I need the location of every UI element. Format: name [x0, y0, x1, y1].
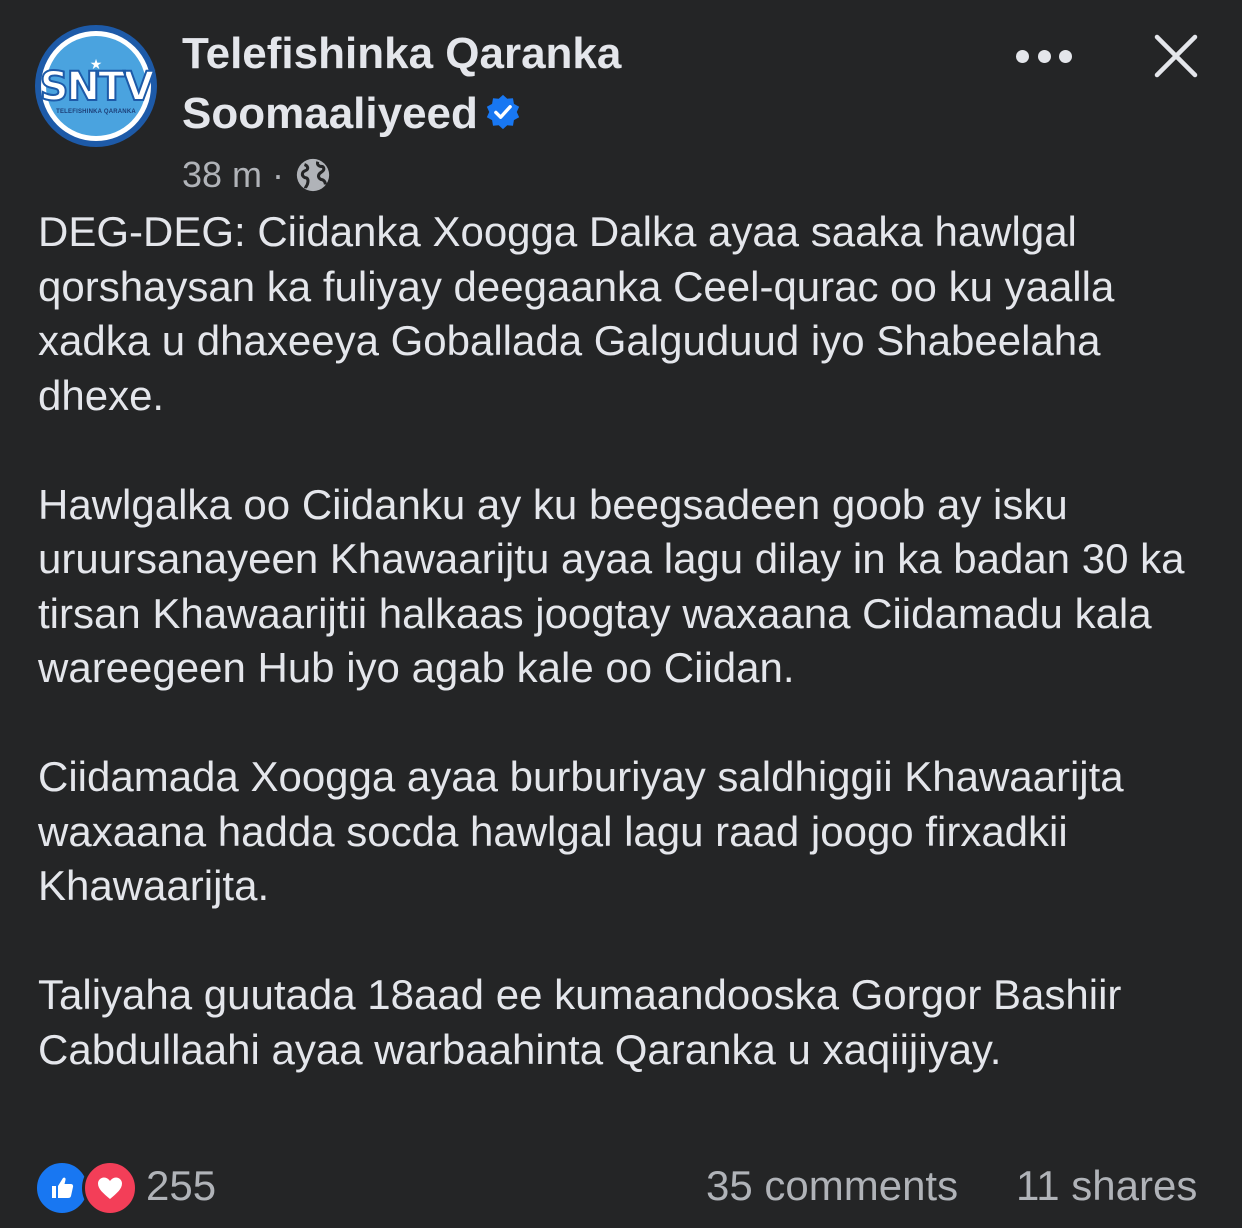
- post-paragraph: DEG-DEG: Ciidanka Xoogga Dalka ayaa saak…: [38, 208, 1115, 419]
- post-paragraph: Hawlgalka oo Ciidanku ay ku beegsadeen g…: [38, 480, 1185, 692]
- avatar-brand: SNTV: [39, 64, 156, 110]
- meta-separator: ·: [272, 154, 285, 195]
- post-time[interactable]: 38 m: [182, 150, 262, 200]
- post-paragraph: Ciidamada Xoogga ayaa burburiyay saldhig…: [38, 753, 1124, 909]
- more-dot: [1037, 49, 1051, 63]
- page-name-line1: Telefishinka Qaranka: [182, 29, 622, 78]
- page-name-line2-wrap: Soomaaliyeed: [182, 84, 742, 144]
- page-name-line2: Soomaaliyeed: [182, 89, 478, 138]
- more-dot: [1059, 49, 1072, 63]
- love-icon: [82, 1160, 138, 1216]
- avatar-ring: ★ SNTV TELEFISHINKA QARANKA: [39, 31, 155, 141]
- facebook-post: ★ SNTV TELEFISHINKA QARANKA Telefishinka…: [0, 0, 1242, 1228]
- avatar-subtitle: TELEFISHINKA QARANKA: [56, 109, 136, 115]
- close-icon[interactable]: [1152, 32, 1200, 80]
- reaction-count[interactable]: 255: [146, 1160, 216, 1212]
- globe-icon: [296, 158, 330, 192]
- verified-badge-icon: [486, 95, 520, 130]
- post-body: DEG-DEG: Ciidanka Xoogga Dalka ayaa saak…: [38, 205, 1218, 1132]
- post-meta: 38 m ·: [182, 150, 332, 200]
- sntv-logo: ★ SNTV TELEFISHINKA QARANKA: [39, 36, 155, 136]
- comments-count[interactable]: 35 comments: [706, 1160, 958, 1212]
- more-options-icon[interactable]: [1016, 38, 1072, 74]
- more-dot: [1016, 49, 1029, 63]
- post-paragraph: Taliyaha guutada 18aad ee kumaandooska G…: [38, 971, 1122, 1073]
- shares-count[interactable]: 11 shares: [1016, 1160, 1197, 1212]
- reaction-icons[interactable]: [34, 1158, 138, 1216]
- page-name[interactable]: Telefishinka Qaranka Soomaaliyeed: [182, 24, 742, 144]
- page-avatar[interactable]: ★ SNTV TELEFISHINKA QARANKA: [35, 25, 157, 147]
